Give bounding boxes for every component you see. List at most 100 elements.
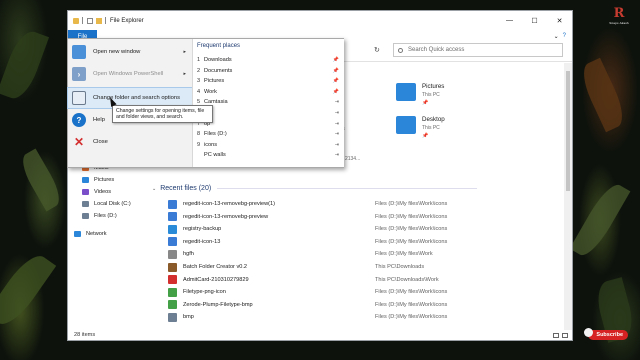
menu-item-label: Open new window xyxy=(93,49,141,55)
maximize-button[interactable]: ☐ xyxy=(522,17,547,25)
close-icon: ✕ xyxy=(73,135,85,149)
tile-location: This PC xyxy=(422,92,440,98)
place-number: 2 xyxy=(197,67,201,74)
pictures-icon xyxy=(82,177,89,183)
place-number: 1 xyxy=(197,57,201,63)
view-toggle xyxy=(553,333,568,338)
nav-item-pictures[interactable]: Pictures xyxy=(82,177,114,183)
file-icon xyxy=(168,199,177,209)
pin-icon[interactable]: ⇥ xyxy=(335,121,339,127)
file-location: Files (D:)\My files\Work\icons xyxy=(375,238,448,245)
help-button[interactable]: ? xyxy=(563,33,566,40)
tiles-view-icon[interactable] xyxy=(562,333,568,338)
place-number: 4 xyxy=(197,88,201,95)
nav-item-network[interactable]: Network xyxy=(74,231,107,237)
refresh-icon[interactable]: ↻ xyxy=(374,46,380,54)
recent-files-title: Recent files (20) xyxy=(160,185,212,192)
frequent-place-item[interactable]: 4 Work 📌 xyxy=(197,87,339,97)
file-icon xyxy=(168,249,177,259)
frequent-place-item[interactable]: 1 Downloads 📌 xyxy=(197,55,339,65)
quick-access-tile-desktop[interactable]: Desktop This PC 📌 xyxy=(396,116,445,139)
nav-item-videos[interactable]: Videos xyxy=(82,189,111,195)
menu-item-close[interactable]: ✕ Close xyxy=(68,132,192,152)
new-folder-icon[interactable] xyxy=(96,17,102,24)
nav-item-files-d[interactable]: Files (D:) xyxy=(82,213,117,219)
recent-file-row[interactable]: regedit-icon-13-removebg-preview Files (D… xyxy=(168,211,568,223)
nav-item-label: Videos xyxy=(94,189,112,195)
frequent-place-item[interactable]: 2 Documents 📌 xyxy=(197,66,339,76)
file-location: This PC\Downloads xyxy=(375,264,425,270)
nav-item-label: Files (D:) xyxy=(94,213,117,219)
pin-icon[interactable]: ⇥ xyxy=(335,152,339,158)
frequent-place-item[interactable]: 8 Files (D:) ⇥ xyxy=(197,129,339,139)
quick-access-tile-pictures[interactable]: Pictures This PC 📌 xyxy=(396,83,444,106)
chevron-right-icon: ▸ xyxy=(183,71,186,77)
subscribe-button[interactable]: Subscribe xyxy=(584,328,628,340)
close-button[interactable]: ✕ xyxy=(547,17,572,25)
menu-item-open-new-window[interactable]: Open new window ▸ xyxy=(68,42,192,62)
help-icon: ? xyxy=(72,113,86,127)
file-location: Files (D:)\My files\Work\icons xyxy=(375,314,448,321)
menu-item-open-powershell[interactable]: › Open Windows PowerShell ▸ xyxy=(68,64,192,84)
frequent-place-item[interactable]: 7 op ⇥ xyxy=(197,119,339,129)
scrollbar-thumb[interactable] xyxy=(566,71,570,191)
frequent-place-item[interactable]: 6es⇥ xyxy=(197,108,339,118)
recent-file-row[interactable]: regedit-icon-13 Files (D:)\My files\Work\… xyxy=(168,236,568,248)
nav-item-local-disk[interactable]: Local Disk (C:) xyxy=(82,201,131,207)
vertical-scrollbar[interactable] xyxy=(564,63,572,330)
place-name: Documents xyxy=(204,67,233,74)
properties-icon[interactable] xyxy=(87,17,93,24)
pin-icon[interactable]: ⇥ xyxy=(335,110,339,116)
place-number: 8 xyxy=(197,131,201,138)
file-name: hgfh xyxy=(183,251,194,258)
pin-icon[interactable]: 📌 xyxy=(333,78,339,84)
drive-icon xyxy=(82,201,89,207)
recent-file-row[interactable]: Zerode-Plump-Filetype-bmp Files (D:)\My f… xyxy=(168,299,568,311)
place-number: 9 xyxy=(197,141,201,148)
pin-icon[interactable]: 📌 xyxy=(333,57,339,63)
recent-file-row[interactable]: AdmitCard-210310279829 This PC\Downloads\… xyxy=(168,274,568,286)
divider xyxy=(105,17,106,24)
menu-item-label: Help xyxy=(93,117,105,123)
details-view-icon[interactable] xyxy=(553,333,559,338)
recent-file-row[interactable]: Filetype-png-icon Files (D:)\My files\Wor… xyxy=(168,286,568,298)
network-icon xyxy=(74,231,81,237)
divider xyxy=(82,17,83,24)
place-name: Files (D:) xyxy=(204,131,227,138)
recent-file-row[interactable]: Batch Folder Creator v0.2 This PC\Downloa… xyxy=(168,261,568,273)
pin-icon[interactable]: 📌 xyxy=(333,68,339,74)
frequent-place-item[interactable]: PC walls ⇥ xyxy=(197,150,339,160)
pin-icon[interactable]: ⇥ xyxy=(335,142,339,148)
file-icon xyxy=(168,237,177,247)
pin-icon[interactable]: ⇥ xyxy=(335,99,339,105)
recent-file-row[interactable]: bmp Files (D:)\My files\Work\icons xyxy=(168,311,568,323)
pin-icon[interactable]: 📌 xyxy=(333,89,339,95)
pin-icon: 📌 xyxy=(422,100,429,106)
minimize-button[interactable]: — xyxy=(497,17,522,25)
file-menu-commands: Open new window ▸ › Open Windows PowerSh… xyxy=(67,39,193,167)
recent-file-row[interactable]: registry-backup Files (D:)\My files\Work\… xyxy=(168,223,568,235)
recent-file-row[interactable]: hgfh Files (D:)\My files\Work xyxy=(168,248,568,260)
place-name: PC walls xyxy=(204,152,226,159)
tile-name: Desktop xyxy=(422,116,445,123)
desktop-folder-icon xyxy=(396,116,416,134)
frequent-place-item[interactable]: 9 icons ⇥ xyxy=(197,140,339,150)
frequent-place-item[interactable]: 3 Pictures 📌 xyxy=(197,76,339,86)
recent-file-row[interactable]: regedit-icon-13-removebg-preview(1) Files… xyxy=(168,198,568,210)
videos-icon xyxy=(82,189,89,195)
file-name: bmp xyxy=(183,314,194,321)
menu-item-label: Close xyxy=(93,139,108,145)
file-name: Batch Folder Creator v0.2 xyxy=(183,264,248,270)
file-name: registry-backup xyxy=(183,226,222,233)
collapse-ribbon-button[interactable]: ⌄ xyxy=(554,33,559,40)
search-placeholder: Search Quick access xyxy=(408,47,465,53)
nav-item-label: Local Disk (C:) xyxy=(94,201,131,207)
search-input[interactable]: Search Quick access xyxy=(393,43,563,57)
file-icon xyxy=(168,262,177,272)
pin-icon[interactable]: ⇥ xyxy=(335,131,339,137)
tile-location: This PC xyxy=(422,125,440,131)
chevron-down-icon: ⌄ xyxy=(152,185,157,192)
recent-files-header[interactable]: ⌄ Recent files (20) xyxy=(152,185,478,192)
frequent-place-item[interactable]: 5 Camtasia ⇥ xyxy=(197,97,339,107)
frequent-places-title: Frequent places xyxy=(197,43,241,49)
